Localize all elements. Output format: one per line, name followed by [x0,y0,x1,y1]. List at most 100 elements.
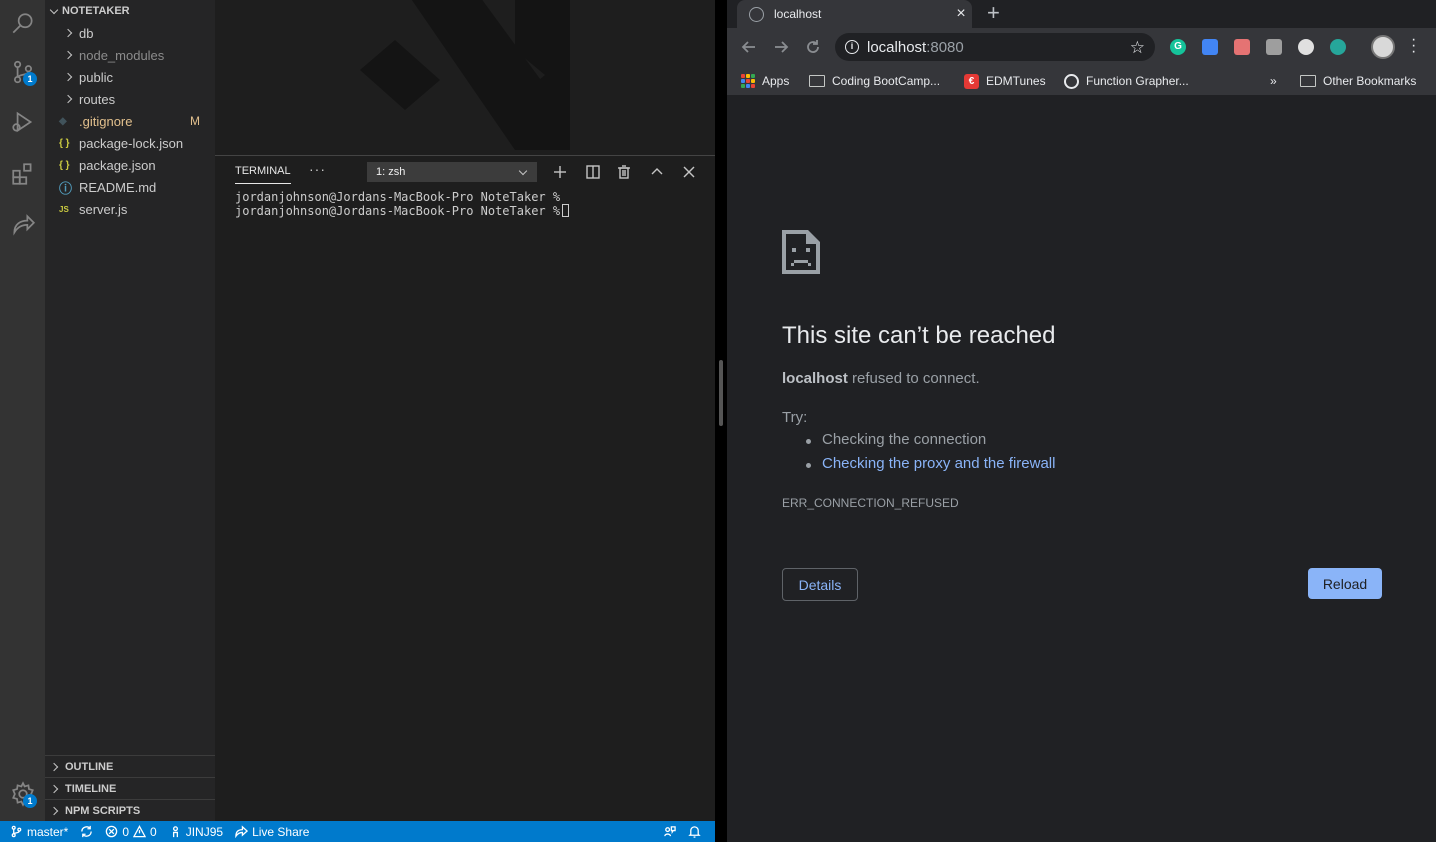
live-share-label: Live Share [252,824,310,839]
tab-localhost[interactable]: localhost × [737,0,972,28]
trash-icon[interactable] [614,162,634,182]
camera-extension-icon[interactable] [1266,39,1282,55]
settings-badge: 1 [23,794,37,808]
git-branch-icon [11,825,22,838]
address-host: localhost [867,38,927,56]
bell-icon [688,826,701,838]
maximize-panel-chevron-up-icon[interactable] [647,162,667,182]
feedback-icon [664,826,676,837]
error-page: This site can’t be reached localhost ref… [727,96,1436,842]
error-count: 0 [122,824,130,839]
outline-section[interactable]: OUTLINE [45,755,215,777]
terminal-tab[interactable]: TERMINAL [235,165,291,184]
explorer-folder-header[interactable]: NOTETAKER [45,0,215,22]
forward-arrow-icon[interactable] [771,37,791,57]
terminal-shell-select[interactable]: 1: zsh [367,162,537,182]
address-bar[interactable]: i localhost:8080 ☆ [835,33,1155,61]
person-icon [172,826,178,838]
folder-label: routes [79,91,116,107]
sync-status[interactable] [74,821,99,842]
tree-file-package-json[interactable]: { } package.json [45,154,215,176]
section-label: NPM SCRIPTS [65,804,141,817]
tree-file-package-lock-json[interactable]: { } package-lock.json [45,132,215,154]
terminal-line-current: jordanjohnson@Jordans-MacBook-Pro NoteTa… [235,204,715,218]
bookmark-star-icon[interactable]: ☆ [1130,38,1145,58]
tree-folder-db[interactable]: db [45,22,215,44]
folder-icon [1300,75,1316,87]
reload-button[interactable]: Reload [1308,568,1382,599]
error-icon [106,825,118,838]
back-arrow-icon[interactable] [739,37,759,57]
close-tab-icon[interactable]: × [950,5,972,23]
tree-folder-node-modules[interactable]: node_modules [45,44,215,66]
suggestions-list: Checking the connection Checking the pro… [782,431,1055,479]
file-label: package-lock.json [79,135,184,151]
extensions-icon[interactable] [0,150,45,198]
status-bar: master* 0 0 JINJ95 Live Share [0,821,715,842]
bookmark-label: EDMTunes [986,74,1046,88]
tree-folder-routes[interactable]: routes [45,88,215,110]
run-debug-icon[interactable] [0,98,45,146]
new-terminal-plus-icon[interactable] [550,162,570,182]
details-button[interactable]: Details [782,568,858,601]
globe-icon [749,6,764,22]
settings-gear-icon[interactable]: 1 [0,770,45,818]
tree-file-server-js[interactable]: JS server.js [45,198,215,220]
npm-scripts-section[interactable]: NPM SCRIPTS [45,799,215,821]
search-icon[interactable] [0,0,45,48]
json-file-icon: { } [59,159,70,171]
more-actions-icon[interactable]: ··· [309,161,326,177]
tree-file-readme[interactable]: ⓘ README.md [45,176,215,198]
git-modified-badge: M [190,114,200,128]
chevron-right-icon [63,72,73,82]
grammarly-extension-icon[interactable]: G [1170,39,1186,55]
git-branch-status[interactable]: master* [0,821,74,842]
bookmark-edmtunes[interactable]: € EDMTunes [964,72,1046,90]
reload-icon[interactable] [803,37,823,57]
live-share-icon[interactable] [0,202,45,250]
bookmark-apps[interactable]: Apps [741,72,789,90]
live-share-status[interactable]: Live Share [229,821,315,842]
cloud-extension-icon[interactable] [1202,39,1218,55]
feedback-status[interactable] [657,821,682,842]
bookmark-function-grapher[interactable]: Function Grapher... [1064,72,1189,90]
close-panel-icon[interactable] [679,162,699,182]
account-status[interactable]: JINJ95 [163,821,229,842]
source-control-icon[interactable]: 1 [0,48,45,96]
sad-page-icon [782,230,820,274]
face-extension-icon[interactable] [1298,39,1314,55]
profile-avatar[interactable] [1371,35,1395,59]
section-label: TIMELINE [65,782,117,795]
tree-file-gitignore[interactable]: ◆ .gitignore M [45,110,215,132]
editor-empty-area [215,0,715,155]
window-split-handle[interactable] [719,360,723,426]
split-terminal-icon[interactable] [583,162,603,182]
sync-icon [81,825,93,838]
try-label: Try: [782,409,808,426]
teal-extension-icon[interactable] [1330,39,1346,55]
video-extension-icon[interactable] [1234,39,1250,55]
site-info-icon[interactable]: i [845,40,859,54]
tab-strip: localhost × + [727,0,1436,28]
selected-shell: 1: zsh [376,166,406,178]
file-label: package.json [79,157,156,173]
bookmark-other-bookmarks[interactable]: Other Bookmarks [1300,72,1416,90]
account-label: JINJ95 [185,824,224,839]
terminal-output[interactable]: jordanjohnson@Jordans-MacBook-Pro NoteTa… [215,189,715,218]
new-tab-plus-icon[interactable]: + [987,2,1000,24]
timeline-section[interactable]: TIMELINE [45,777,215,799]
terminal-cursor [562,204,570,217]
bookmark-coding-bootcamp[interactable]: Coding BootCamp... [809,72,940,90]
problems-status[interactable]: 0 0 [99,821,162,842]
terminal-toolbar: TERMINAL ··· 1: zsh [215,156,715,189]
suggestion-check-proxy-link[interactable]: Checking the proxy and the firewall [782,455,1055,479]
bookmarks-overflow-chevron[interactable]: » [1270,72,1277,90]
notifications-status[interactable] [682,821,715,842]
chevron-right-icon [49,784,59,793]
browser-toolbar: i localhost:8080 ☆ G · · · [727,28,1436,66]
chevron-right-icon [63,94,73,104]
explorer-sidebar: NOTETAKER db node_modules public routes … [45,0,215,821]
menu-kebab-icon[interactable]: · · · [1411,32,1416,60]
json-file-icon: { } [59,137,70,149]
tree-folder-public[interactable]: public [45,66,215,88]
